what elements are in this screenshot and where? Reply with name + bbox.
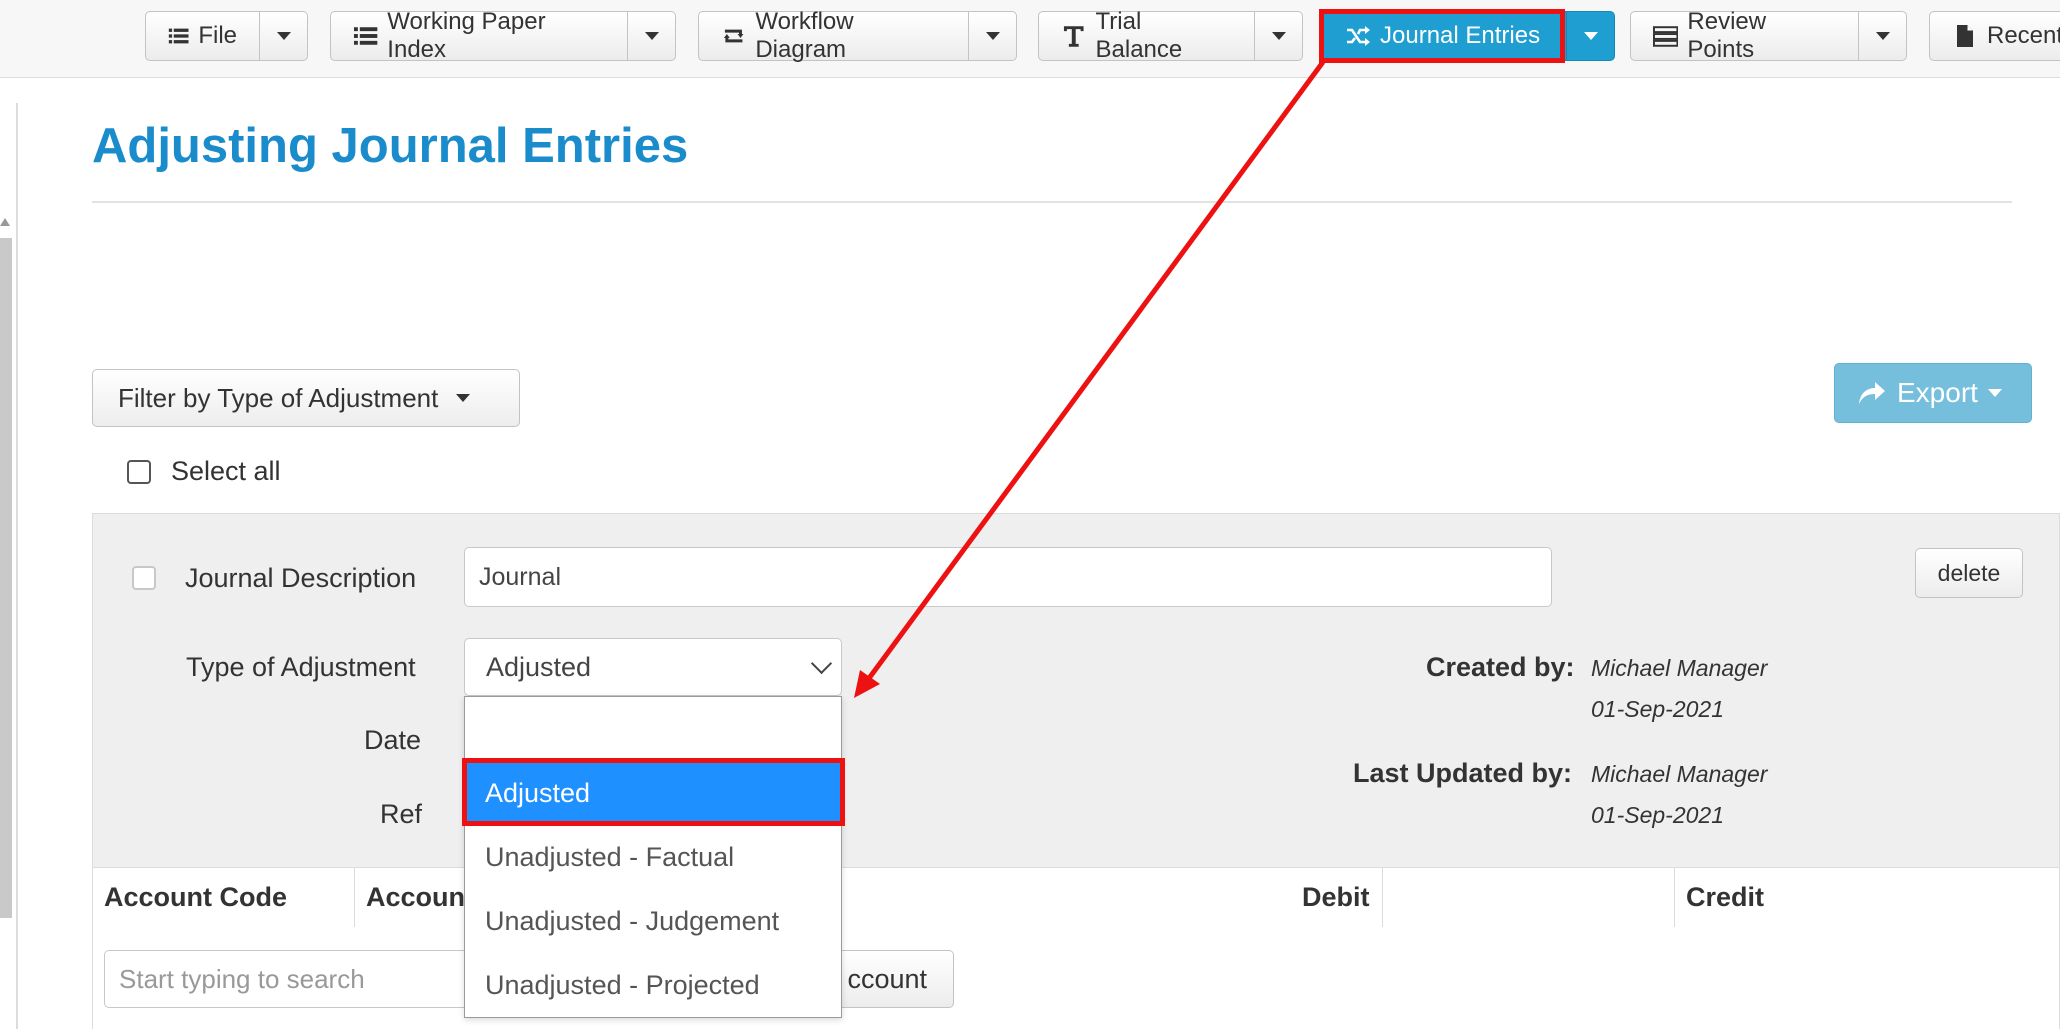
type-of-adjustment-value: Adjusted — [486, 651, 592, 682]
review-points-button[interactable]: Review Points — [1630, 8, 1859, 63]
type-of-adjustment-label: Type of Adjustment — [186, 652, 416, 682]
stack-icon — [1653, 26, 1679, 47]
workflow-diagram-label: Workflow Diagram — [755, 8, 854, 63]
delete-button[interactable]: delete — [1915, 548, 2023, 598]
file-button-group: File — [145, 11, 308, 61]
caret-down-icon — [1583, 32, 1598, 40]
filter-by-type-button[interactable]: Filter by Type of Adjustment — [92, 369, 520, 427]
option-unadjusted-factual[interactable]: Unadjusted - Factual — [465, 825, 841, 889]
last-updated-by-name: Michael Manager — [1591, 761, 1768, 787]
journal-entries-button[interactable]: Journal Entries — [1322, 11, 1567, 61]
file-button[interactable]: File — [145, 11, 260, 61]
account-search-input[interactable]: Start typing to search — [104, 950, 524, 1008]
option-adjusted[interactable]: Adjusted — [465, 761, 841, 825]
workflow-diagram-button-group: Workflow Diagram — [698, 8, 1017, 63]
caret-down-icon — [985, 32, 1000, 40]
select-all-label: Select all — [171, 456, 281, 486]
journal-entries-button-group: Journal Entries — [1322, 11, 1615, 61]
page-title: Adjusting Journal Entries — [92, 119, 689, 173]
working-paper-index-label: Working Paper Index — [387, 8, 546, 63]
journal-description-label: Journal Description — [185, 563, 417, 593]
top-toolbar: File Working Paper Index Workflow Diagra… — [0, 0, 2060, 78]
caret-down-icon — [1271, 32, 1286, 40]
journal-lines-table-header: Account Code Accoun Debit Credit — [93, 867, 2059, 928]
review-points-button-group: Review Points — [1630, 8, 1907, 63]
option-unadjusted-judgement[interactable]: Unadjusted - Judgement — [465, 889, 841, 953]
shuffle-icon — [1347, 26, 1370, 46]
option-blank[interactable] — [465, 697, 841, 761]
trial-balance-button-group: Trial Balance — [1038, 8, 1303, 63]
workflow-icon — [723, 29, 744, 43]
created-by-name: Michael Manager — [1591, 655, 1768, 681]
caret-down-icon — [1987, 389, 2002, 397]
trial-balance-label: Trial Balance — [1095, 8, 1183, 63]
list-icon — [353, 27, 378, 45]
journal-select-checkbox[interactable] — [132, 566, 156, 590]
filter-label: Filter by Type of Adjustment — [118, 382, 439, 413]
select-all-checkbox[interactable] — [127, 459, 151, 484]
account-search-placeholder: Start typing to search — [119, 963, 365, 994]
column-header-debit: Debit — [1291, 868, 1675, 927]
trial-balance-button[interactable]: Trial Balance — [1038, 8, 1255, 63]
recent-label: Recent — [1987, 22, 2060, 49]
option-unadjusted-projected[interactable]: Unadjusted - Projected — [465, 953, 841, 1017]
journal-entries-dropdown-toggle[interactable] — [1567, 11, 1615, 61]
file-icon — [1957, 25, 1973, 47]
journal-entries-label: Journal Entries — [1380, 22, 1541, 49]
file-dropdown-toggle[interactable] — [260, 11, 308, 61]
journal-description-input[interactable]: Journal — [464, 547, 1552, 607]
export-label: Export — [1897, 377, 1978, 408]
text-t-icon — [1063, 26, 1084, 47]
caret-down-icon — [644, 32, 659, 40]
scroll-up-arrow-icon[interactable] — [0, 218, 10, 226]
export-button[interactable]: Export — [1834, 363, 2032, 423]
file-label: File — [198, 22, 237, 49]
column-header-credit: Credit — [1686, 882, 1765, 912]
recent-button-group: Recent — [1929, 11, 2060, 61]
left-scrollbar-thumb[interactable] — [0, 238, 12, 918]
review-points-dropdown-toggle[interactable] — [1859, 11, 1907, 61]
journal-description-value: Journal — [479, 562, 561, 591]
title-divider — [92, 201, 2012, 203]
select-all-row: Select all — [127, 456, 281, 487]
created-by-label: Created by: — [1426, 652, 1575, 682]
trial-balance-dropdown-toggle[interactable] — [1255, 11, 1303, 61]
caret-down-icon — [276, 32, 291, 40]
review-points-label: Review Points — [1687, 8, 1767, 63]
workflow-diagram-button[interactable]: Workflow Diagram — [698, 8, 969, 63]
share-arrow-icon — [1859, 382, 1885, 404]
last-updated-date: 01-Sep-2021 — [1591, 802, 1724, 828]
list-icon — [168, 28, 189, 44]
working-paper-index-button[interactable]: Working Paper Index — [330, 8, 628, 63]
workflow-diagram-dropdown-toggle[interactable] — [969, 11, 1017, 61]
working-paper-index-button-group: Working Paper Index — [330, 8, 676, 63]
caret-down-icon — [1875, 32, 1890, 40]
recent-button[interactable]: Recent — [1929, 11, 2060, 61]
column-header-account-code: Account Code — [93, 868, 355, 927]
last-updated-by-label: Last Updated by: — [1353, 758, 1573, 788]
working-paper-index-dropdown-toggle[interactable] — [628, 11, 676, 61]
date-label: Date — [364, 725, 422, 755]
delete-label: delete — [1937, 559, 2001, 586]
created-date: 01-Sep-2021 — [1591, 696, 1724, 722]
caret-down-icon — [456, 394, 471, 402]
type-of-adjustment-options: Adjusted Unadjusted - Factual Unadjusted… — [464, 696, 842, 1018]
ref-label: Ref — [380, 799, 423, 829]
chevron-down-icon — [810, 652, 833, 675]
add-account-label: ccount — [847, 963, 927, 994]
type-of-adjustment-select[interactable]: Adjusted — [464, 638, 842, 696]
